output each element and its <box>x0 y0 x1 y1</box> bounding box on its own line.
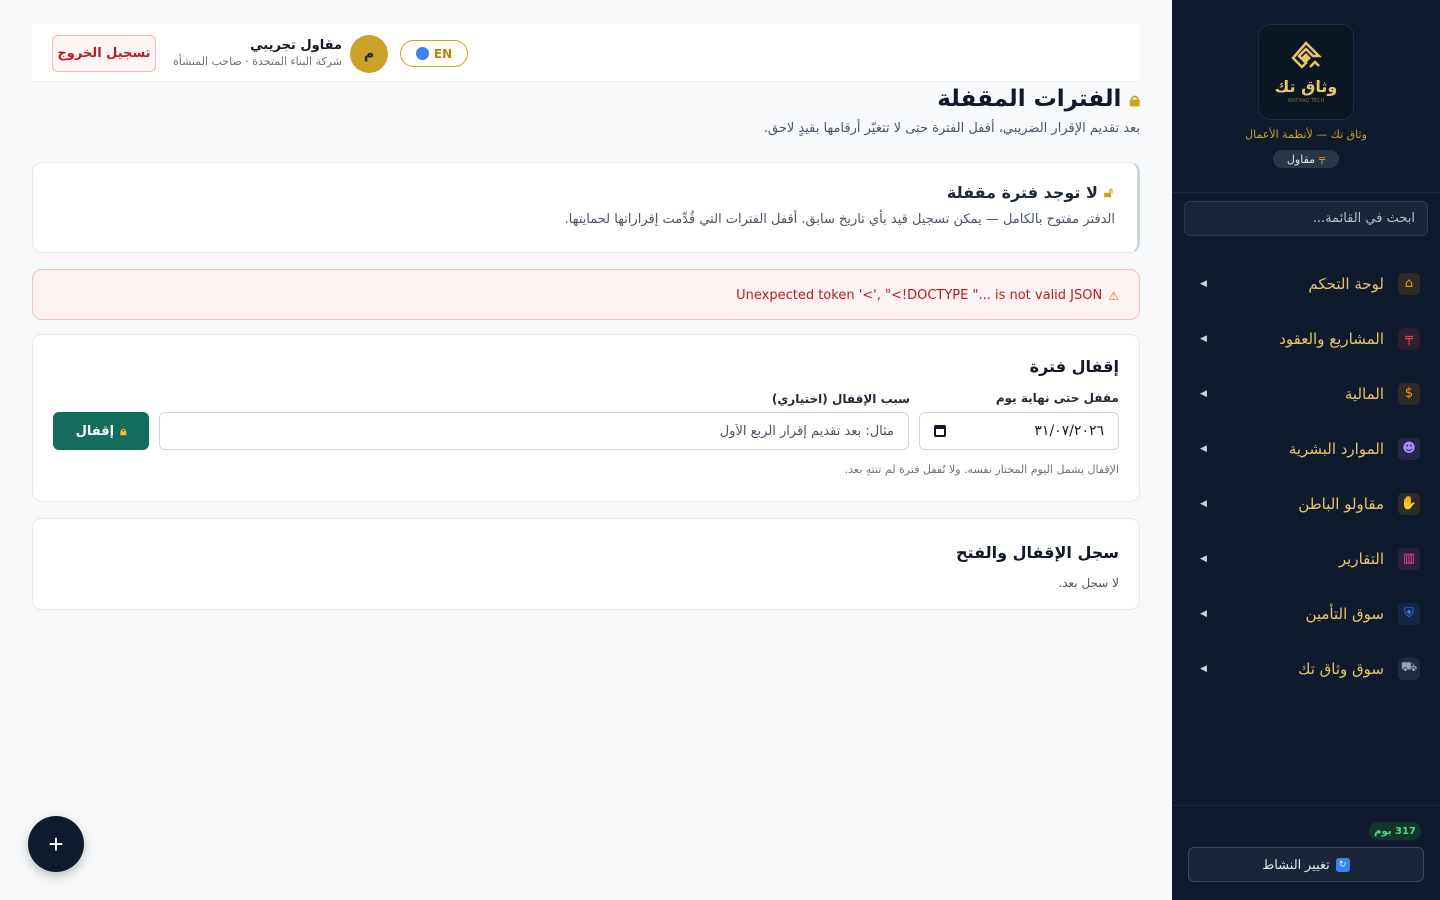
switch-activity-button[interactable]: ↻ تغيير النشاط <box>1188 847 1424 882</box>
chevron-left-icon: ◀ <box>1200 498 1207 509</box>
chevron-left-icon: ◀ <box>1200 608 1207 619</box>
error-alert: ⚠ Unexpected token '<', "<!DOCTYPE "... … <box>32 269 1140 320</box>
lock-log-empty: لا سجل بعد. <box>1058 576 1119 590</box>
sidebar-item-hr[interactable]: ☻ الموارد البشرية ◀ <box>1172 421 1440 476</box>
sidebar-nav: ⌂ لوحة التحكم ◀ ╤ المشاريع والعقود ◀ $ ا… <box>1172 256 1440 696</box>
calendar-icon[interactable] <box>934 425 946 437</box>
sidebar-item-label: الموارد البشرية <box>1288 439 1384 458</box>
sidebar-item-label: لوحة التحكم <box>1308 274 1384 293</box>
chevron-left-icon: ◀ <box>1200 663 1207 674</box>
status-description: الدفتر مفتوح بالكامل — يمكن تسجيل قيد بأ… <box>564 212 1115 227</box>
topbar: تسجيل الخروج مقاول تجريبي شركة البناء ال… <box>32 24 1140 82</box>
sidebar-item-label: المشاريع والعقود <box>1279 329 1384 348</box>
user-org: شركة البناء المتحدة · صاحب المنشأة <box>172 55 342 68</box>
lock-date-label: مقفل حتى نهاية يوم <box>995 391 1119 405</box>
logo-subtext: WATHAQ TECH <box>1287 97 1325 104</box>
handshake-icon: ✋ <box>1398 492 1420 515</box>
logo-text: وثاق تك <box>1274 76 1338 96</box>
lock-icon: 🔒︎ <box>120 423 127 438</box>
app-logo[interactable]: وثاق تك WATHAQ TECH <box>1258 24 1354 120</box>
unlock-icon: 🔓︎ <box>1103 184 1113 201</box>
chevron-left-icon: ◀ <box>1200 553 1207 564</box>
sidebar-item-label: المالية <box>1344 384 1384 403</box>
chevron-left-icon: ◀ <box>1200 278 1207 289</box>
warning-icon: ⚠ <box>1108 288 1119 303</box>
chevron-left-icon: ◀ <box>1200 388 1207 399</box>
user-name: مقاول تجريبي <box>250 38 342 53</box>
chevron-left-icon: ◀ <box>1200 443 1207 454</box>
sidebar-item-dashboard[interactable]: ⌂ لوحة التحكم ◀ <box>1172 256 1440 311</box>
status-title: 🔓︎ لا توجد فترة مقفلة <box>947 183 1113 202</box>
language-label: EN <box>433 46 453 61</box>
sidebar-item-insurance[interactable]: ⛨ سوق التأمين ◀ <box>1172 586 1440 641</box>
lock-note: الإقفال يشمل اليوم المختار نفسه. ولا تُق… <box>844 463 1119 476</box>
lock-log-card: سجل الإقفال والفتح لا سجل بعد. <box>32 518 1140 610</box>
sidebar-item-label: مقاولو الباطن <box>1298 494 1384 513</box>
crane-icon: ╤ <box>1319 153 1326 165</box>
bar-chart-icon: ▥ <box>1398 547 1420 570</box>
lock-date-value: ٣١/٠٧/٢٠٢٦ <box>1034 423 1104 439</box>
lock-status-card: 🔓︎ لا توجد فترة مقفلة الدفتر مفتوح بالكا… <box>32 162 1140 253</box>
page-subtitle: بعد تقديم الإقرار الضريبي، أقفل الفترة ح… <box>763 121 1140 136</box>
lock-date-input[interactable]: ٣١/٠٧/٢٠٢٦ <box>919 412 1119 450</box>
chevron-left-icon: ◀ <box>1200 333 1207 344</box>
logout-button[interactable]: تسجيل الخروج <box>52 35 156 72</box>
switch-activity-label: تغيير النشاط <box>1262 856 1330 872</box>
lock-period-title: إقفال فترة <box>1029 357 1119 376</box>
shield-icon: ⛨ <box>1398 602 1420 625</box>
status-title-text: لا توجد فترة مقفلة <box>946 183 1098 202</box>
sidebar-divider <box>1172 192 1440 193</box>
sidebar-item-label: سوق وثاق تك <box>1298 659 1384 678</box>
lock-button-label: إقفال <box>75 423 115 439</box>
crane-icon: ╤ <box>1398 327 1420 350</box>
sidebar-item-finance[interactable]: $ المالية ◀ <box>1172 366 1440 421</box>
house-icon: ⌂ <box>1398 272 1420 295</box>
sidebar-item-subcontractors[interactable]: ✋ مقاولو الباطن ◀ <box>1172 476 1440 531</box>
role-label: مقاول <box>1286 152 1316 166</box>
subscription-days-badge: 317 يوم <box>1369 822 1421 840</box>
lock-period-button[interactable]: 🔒︎ إقفال <box>53 412 149 450</box>
lock-log-title: سجل الإقفال والفتح <box>956 543 1119 562</box>
avatar[interactable]: م <box>350 35 388 73</box>
lock-reason-label: سبب الإقفال (اختياري) <box>771 392 910 406</box>
sidebar-item-projects[interactable]: ╤ المشاريع والعقود ◀ <box>1172 311 1440 366</box>
cart-icon: ⛟ <box>1398 657 1420 680</box>
page-title: 🔒︎ الفترات المقفلة <box>937 86 1140 112</box>
sidebar-divider <box>1172 805 1440 806</box>
lock-period-card: إقفال فترة مقفل حتى نهاية يوم سبب الإقفا… <box>32 334 1140 502</box>
error-message: ⚠ Unexpected token '<', "<!DOCTYPE "... … <box>736 288 1119 303</box>
sidebar-item-reports[interactable]: ▥ التقارير ◀ <box>1172 531 1440 586</box>
user-info: مقاول تجريبي شركة البناء المتحدة · صاحب … <box>173 38 342 68</box>
sidebar-item-marketplace[interactable]: ⛟ سوق وثاق تك ◀ <box>1172 641 1440 696</box>
refresh-icon: ↻ <box>1335 857 1350 872</box>
quick-add-button[interactable]: + <box>28 816 84 872</box>
page-title-text: الفترات المقفلة <box>937 86 1122 112</box>
language-toggle-button[interactable]: EN <box>400 40 468 67</box>
logo-mark-icon <box>1291 40 1323 69</box>
sidebar-search-input[interactable] <box>1184 201 1428 236</box>
lock-reason-input[interactable] <box>159 412 909 450</box>
sidebar-tagline: وثاق تك — لأنظمة الأعمال <box>1245 128 1367 141</box>
worker-icon: ☻ <box>1398 437 1420 460</box>
sidebar: وثاق تك WATHAQ TECH وثاق تك — لأنظمة الأ… <box>1172 0 1440 900</box>
error-message-text: Unexpected token '<', "<!DOCTYPE "... is… <box>736 288 1103 303</box>
sidebar-item-label: سوق التأمين <box>1305 604 1384 623</box>
globe-icon <box>415 47 429 60</box>
lock-icon: 🔒︎ <box>1129 87 1140 111</box>
role-badge: ╤ مقاول <box>1273 150 1339 168</box>
money-bag-icon: $ <box>1398 382 1420 405</box>
sidebar-item-label: التقارير <box>1338 549 1384 568</box>
